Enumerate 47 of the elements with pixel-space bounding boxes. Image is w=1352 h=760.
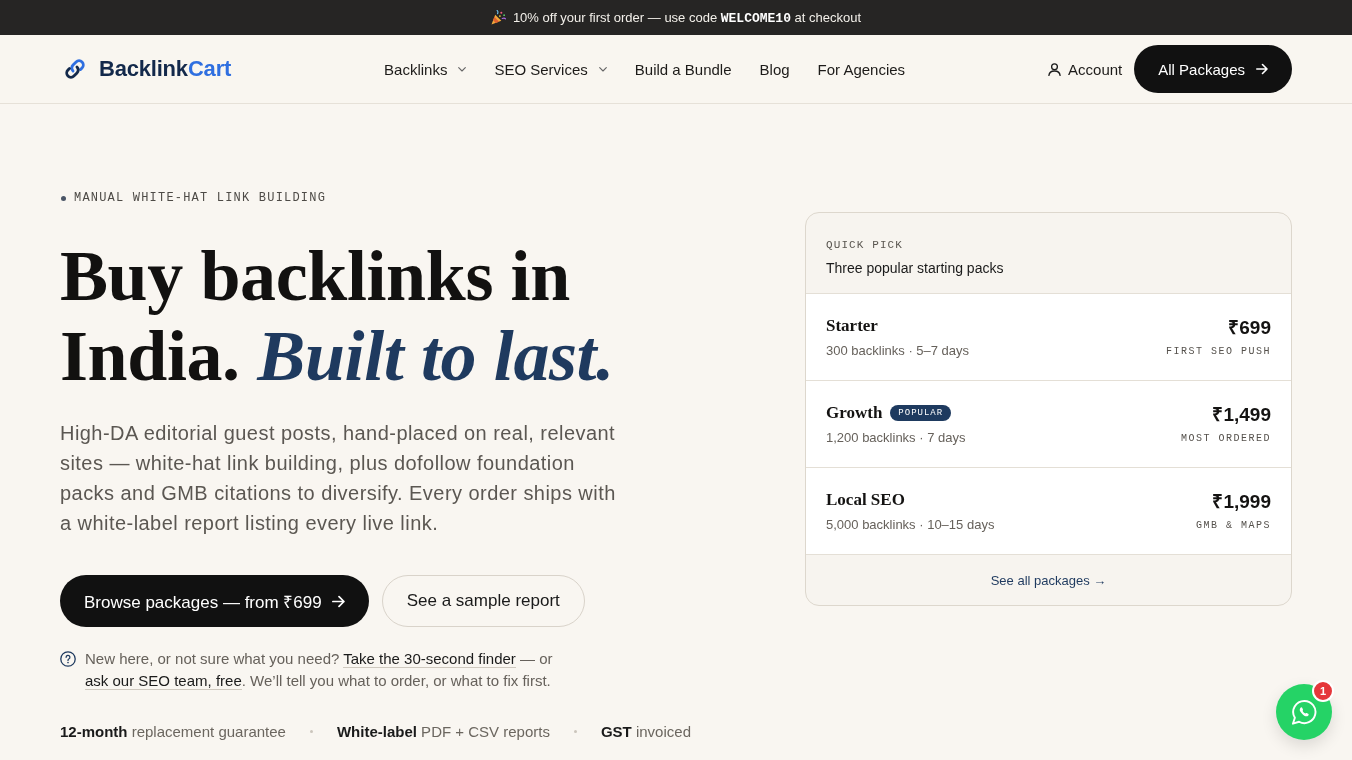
hero-intro: High-DA editorial guest posts, hand-placed on real, relevant sites — white-hat link building, plus dofollow foundation packs and GMB citations to diversify. Every order ships with a white-label report listing every live link. xyxy=(60,421,617,536)
chat-button[interactable] xyxy=(1276,684,1332,740)
package-row[interactable]: Growth POPULAR 1,200 backlinks · 7 days ₹1,499 MOST ORDERED xyxy=(806,380,1291,467)
package-price: ₹699 xyxy=(1228,316,1271,339)
all-packages-button[interactable]: All Packages xyxy=(1134,45,1292,93)
package-note: MOST ORDERED xyxy=(1181,431,1271,445)
help-link[interactable]: ask our SEO team, free xyxy=(85,672,242,690)
package-price: ₹1,499 xyxy=(1212,403,1271,426)
package-row[interactable]: Starter 300 backlinks · 5–7 days ₹699 FIRST SEO PUSH xyxy=(806,293,1291,380)
package-name: Growth xyxy=(826,403,883,423)
promo-text: 10% off your first order — use code WELCOME10 at checkout xyxy=(512,9,862,26)
nav-link[interactable]: For Agencies xyxy=(817,60,906,78)
person-icon xyxy=(1048,62,1062,76)
brand-logo[interactable]: BacklinkCart xyxy=(64,56,232,82)
notification-count: 1 xyxy=(1312,680,1334,702)
package-row[interactable]: Local SEO 5,000 backlinks · 10–15 days ₹1,999 GMB & MAPS xyxy=(806,467,1291,554)
party-popper-icon xyxy=(490,10,506,25)
help-link[interactable]: Take the 30-second finder xyxy=(343,650,516,668)
nav-link[interactable]: SEO Services xyxy=(494,60,607,78)
primary-button[interactable]: Browse packages — from ₹699 xyxy=(60,575,369,627)
question-circle-icon xyxy=(60,651,76,667)
package-details: 1,200 backlinks · 7 days xyxy=(826,430,966,445)
feature-note: GST invoiced xyxy=(600,723,691,740)
nav-link[interactable]: Blog xyxy=(759,60,790,78)
package-details: 5,000 backlinks · 10–15 days xyxy=(826,517,995,532)
package-name: Local SEO xyxy=(826,490,905,510)
feature-note: White-label PDF + CSV reports xyxy=(336,723,550,740)
eyebrow-label: MANUAL WHITE-HAT LINK BUILDING xyxy=(74,191,327,205)
help-text: New here, or not sure what you need? Take the 30-second finder — or ask our SEO team, free. We’ll tell you what to order, or what to fix first. xyxy=(85,649,554,692)
bullet-dot-icon xyxy=(61,195,66,201)
nav-link[interactable]: Backlinks xyxy=(384,60,467,78)
nav-link[interactable]: Build a Bundle xyxy=(634,60,732,78)
feature-note: 12-month replacement guarantee xyxy=(60,723,286,740)
see-all-link[interactable]: See all packages → xyxy=(990,572,1107,588)
account-link[interactable]: Account xyxy=(1048,60,1123,78)
card-title: Three popular starting packs xyxy=(826,259,1004,278)
package-details: 300 backlinks · 5–7 days xyxy=(826,343,970,358)
package-tag: POPULAR xyxy=(890,405,952,421)
card-eyebrow: QUICK PICK xyxy=(826,238,903,253)
arrow-right-icon xyxy=(1256,63,1268,75)
package-price: ₹1,999 xyxy=(1212,490,1271,513)
package-note: FIRST SEO PUSH xyxy=(1166,344,1271,358)
package-note: GMB & MAPS xyxy=(1196,518,1271,532)
chain-link-icon xyxy=(64,58,86,80)
hero-headline: Buy backlinks in India. Built to last. xyxy=(60,236,615,396)
package-name: Starter xyxy=(826,316,878,336)
phone-bubble-icon xyxy=(1290,698,1318,726)
